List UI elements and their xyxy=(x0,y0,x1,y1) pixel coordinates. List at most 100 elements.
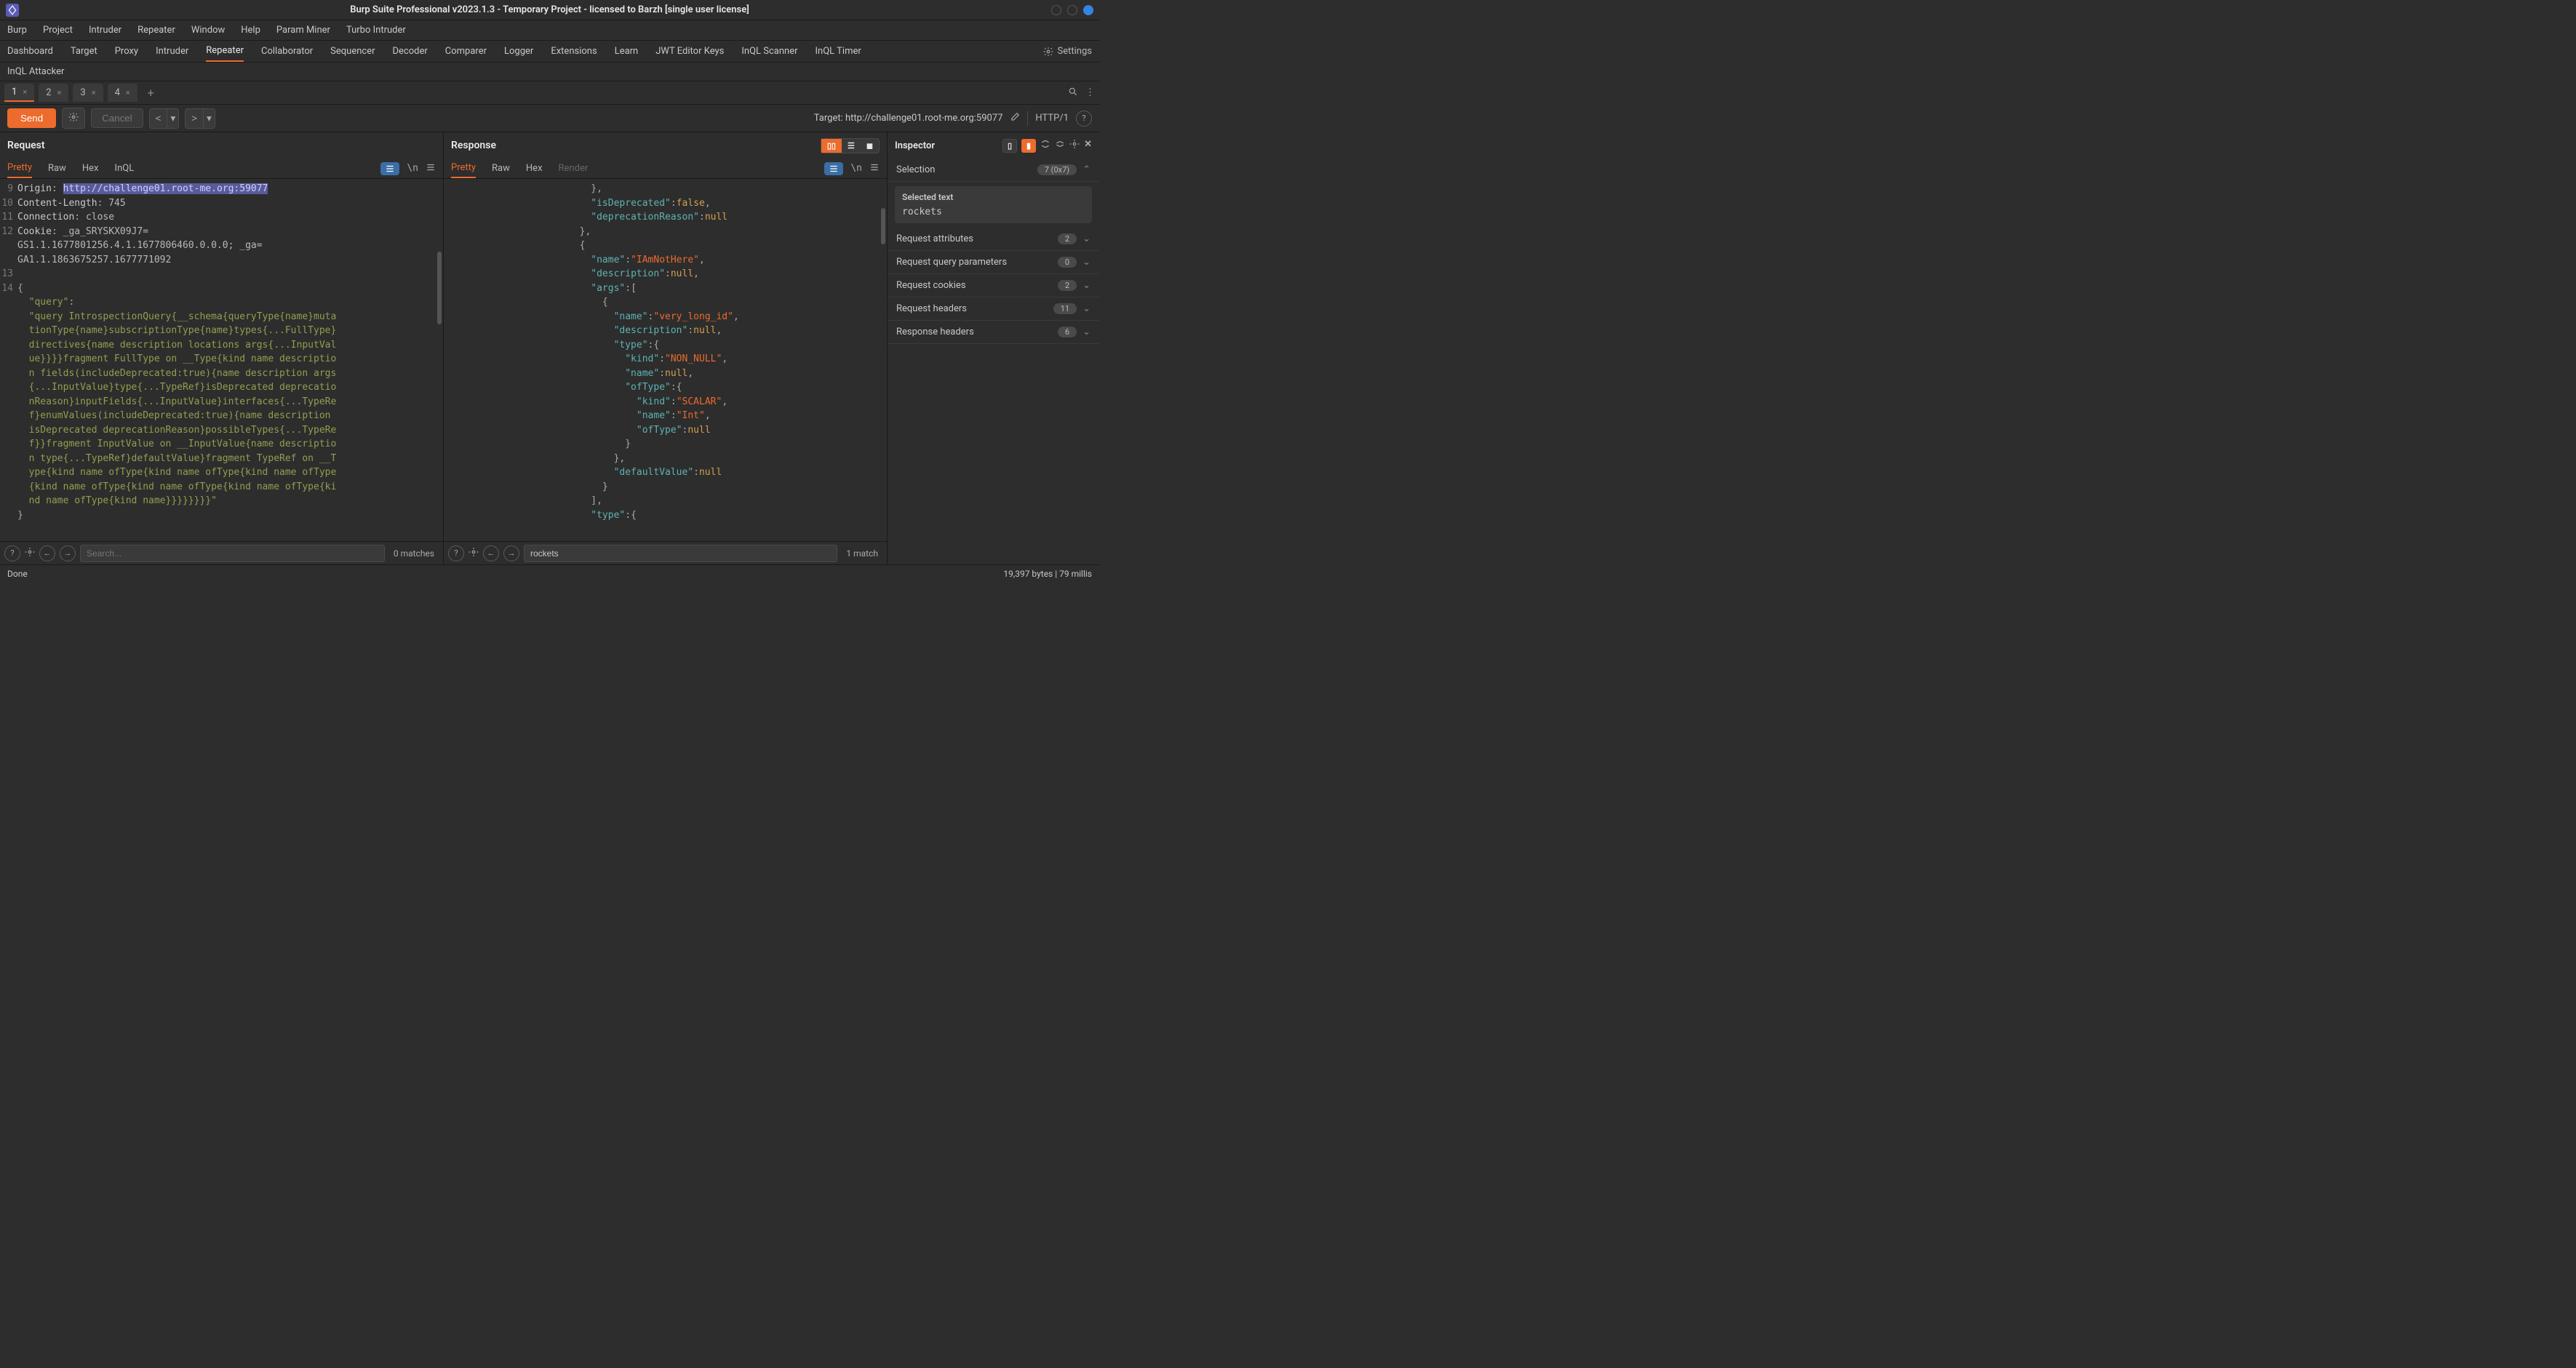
layout-combined-button[interactable]: ◼ xyxy=(861,139,879,153)
response-search-matches: 1 match xyxy=(842,548,882,559)
tab-inql-attacker[interactable]: InQL Attacker xyxy=(7,62,64,81)
repeater-tab-4[interactable]: 4× xyxy=(108,84,137,102)
inspector-view-2[interactable]: ▮ xyxy=(1021,139,1036,153)
protocol-help-icon[interactable]: ? xyxy=(1076,111,1092,127)
response-search-input[interactable] xyxy=(524,545,837,562)
menu-project[interactable]: Project xyxy=(43,25,73,36)
settings-button[interactable] xyxy=(62,108,85,129)
maximize-button[interactable] xyxy=(1067,5,1077,15)
inspector-view-1[interactable]: ▯ xyxy=(1002,139,1017,153)
close-tab-icon[interactable]: × xyxy=(92,88,96,97)
search-settings-icon[interactable] xyxy=(25,547,35,560)
menu-help[interactable]: Help xyxy=(241,25,260,36)
inspector-selection-row[interactable]: Selection 7 (0x7) ⌃ xyxy=(888,159,1099,182)
scrollbar[interactable] xyxy=(881,208,885,244)
search-prev-button[interactable]: ← xyxy=(39,545,55,561)
request-tab-inql[interactable]: InQL xyxy=(115,159,135,177)
layout-rows-button[interactable]: ☰ xyxy=(842,139,861,153)
send-button[interactable]: Send xyxy=(7,108,56,128)
chevron-up-icon[interactable]: ⌃ xyxy=(1082,164,1090,175)
tab-sequencer[interactable]: Sequencer xyxy=(330,41,375,61)
tab-inql-timer[interactable]: InQL Timer xyxy=(816,41,861,61)
menu-burp[interactable]: Burp xyxy=(7,25,27,36)
response-tab-hex[interactable]: Hex xyxy=(526,159,543,177)
tab-jwt-editor-keys[interactable]: JWT Editor Keys xyxy=(655,41,724,61)
chevron-down-icon[interactable]: ⌄ xyxy=(1082,327,1090,337)
help-icon[interactable]: ? xyxy=(4,545,20,561)
inspector-settings-icon[interactable] xyxy=(1069,139,1080,153)
response-tab-pretty[interactable]: Pretty xyxy=(451,159,476,178)
tab-extensions[interactable]: Extensions xyxy=(551,41,597,61)
chevron-down-icon[interactable]: ⌄ xyxy=(1082,280,1090,291)
request-tab-pretty[interactable]: Pretty xyxy=(7,159,32,178)
close-tab-icon[interactable]: × xyxy=(126,88,130,97)
scrollbar[interactable] xyxy=(437,252,442,324)
tab-collaborator[interactable]: Collaborator xyxy=(261,41,313,61)
tab-repeater[interactable]: Repeater xyxy=(206,41,244,62)
response-tab-render: Render xyxy=(559,159,589,177)
chevron-down-icon[interactable]: ⌄ xyxy=(1082,257,1090,268)
chevron-down-icon[interactable]: ⌄ xyxy=(1082,303,1090,314)
tab-dashboard[interactable]: Dashboard xyxy=(7,41,53,61)
history-forward-dropdown[interactable]: ▾ xyxy=(204,108,215,129)
tab-intruder[interactable]: Intruder xyxy=(156,41,188,61)
search-next-button[interactable]: → xyxy=(503,545,519,561)
history-back-button[interactable]: < xyxy=(149,108,168,129)
close-tab-icon[interactable]: × xyxy=(57,88,62,97)
add-tab-button[interactable]: + xyxy=(142,83,160,103)
main-tabbar: Dashboard Target Proxy Intruder Repeater Coll… xyxy=(0,41,1099,63)
menu-turbo-intruder[interactable]: Turbo Intruder xyxy=(346,25,406,36)
hamburger-icon[interactable] xyxy=(869,162,880,175)
chevron-down-icon[interactable]: ⌄ xyxy=(1082,233,1090,244)
search-settings-icon[interactable] xyxy=(468,547,479,560)
newline-icon[interactable]: \n xyxy=(850,163,862,174)
inspector-section-request-query-parameters[interactable]: Request query parameters0⌄ xyxy=(888,251,1099,274)
search-icon[interactable] xyxy=(1068,87,1078,100)
history-forward-button[interactable]: > xyxy=(185,108,204,129)
inspector-expand-icon[interactable] xyxy=(1040,139,1050,153)
tab-target[interactable]: Target xyxy=(71,41,97,61)
layout-columns-button[interactable]: ▯▯ xyxy=(821,139,842,153)
tab-inql-scanner[interactable]: InQL Scanner xyxy=(741,41,797,61)
settings-button[interactable]: Settings xyxy=(1043,46,1092,57)
tab-decoder[interactable]: Decoder xyxy=(393,41,428,61)
tab-logger[interactable]: Logger xyxy=(504,41,533,61)
response-actions-icon[interactable] xyxy=(824,162,843,175)
repeater-tab-1[interactable]: 1× xyxy=(4,84,34,102)
repeater-tab-2[interactable]: 2× xyxy=(39,84,68,102)
menu-window[interactable]: Window xyxy=(191,25,225,36)
menu-repeater[interactable]: Repeater xyxy=(137,25,175,36)
inspector-section-request-headers[interactable]: Request headers11⌄ xyxy=(888,297,1099,321)
request-tab-raw[interactable]: Raw xyxy=(48,159,66,177)
search-next-button[interactable]: → xyxy=(60,545,76,561)
menu-intruder[interactable]: Intruder xyxy=(89,25,121,36)
inspector-collapse-icon[interactable] xyxy=(1055,139,1065,153)
tab-learn[interactable]: Learn xyxy=(615,41,639,61)
inspector-section-response-headers[interactable]: Response headers6⌄ xyxy=(888,321,1099,344)
edit-target-icon[interactable] xyxy=(1010,112,1020,125)
inspector-section-request-attributes[interactable]: Request attributes2⌄ xyxy=(888,228,1099,251)
response-viewer[interactable]: }, "isDeprecated":false, "deprecationRea… xyxy=(444,179,887,541)
menu-param-miner[interactable]: Param Miner xyxy=(276,25,330,36)
inspector-section-request-cookies[interactable]: Request cookies2⌄ xyxy=(888,274,1099,297)
request-tab-hex[interactable]: Hex xyxy=(82,159,99,177)
tab-comparer[interactable]: Comparer xyxy=(445,41,487,61)
inspector-close-icon[interactable]: ✕ xyxy=(1084,139,1092,153)
response-tab-raw[interactable]: Raw xyxy=(492,159,510,177)
protocol-label: HTTP/1 xyxy=(1035,113,1069,124)
hamburger-icon[interactable] xyxy=(426,162,436,175)
request-actions-icon[interactable] xyxy=(380,162,399,175)
more-icon[interactable]: ⋮ xyxy=(1085,87,1095,98)
history-back-dropdown[interactable]: ▾ xyxy=(167,108,179,129)
newline-icon[interactable]: \n xyxy=(407,163,418,174)
request-editor[interactable]: 9Origin: http://challenge01.root-me.org:… xyxy=(0,179,443,541)
request-search-input[interactable] xyxy=(80,545,385,562)
help-icon[interactable]: ? xyxy=(448,545,464,561)
search-prev-button[interactable]: ← xyxy=(483,545,499,561)
close-tab-icon[interactable]: × xyxy=(23,87,27,97)
repeater-tab-3[interactable]: 3× xyxy=(73,84,103,102)
close-button[interactable] xyxy=(1083,5,1093,15)
minimize-button[interactable] xyxy=(1051,5,1061,15)
window-title: Burp Suite Professional v2023.1.3 - Temp… xyxy=(350,4,749,15)
tab-proxy[interactable]: Proxy xyxy=(115,41,138,61)
